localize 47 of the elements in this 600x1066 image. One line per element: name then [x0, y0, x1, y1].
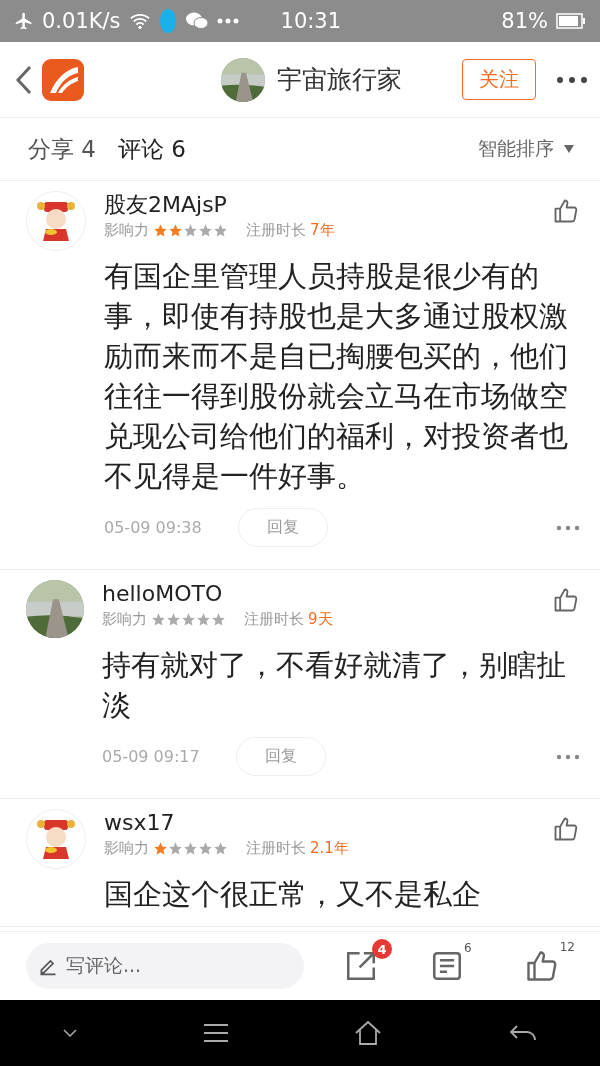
tab[interactable]: 评论 6	[117, 133, 186, 165]
share-icon[interactable]	[344, 949, 378, 983]
back-arrow-icon[interactable]	[508, 1024, 537, 1042]
comments-icon[interactable]	[430, 949, 464, 983]
registration-label: 注册时长	[244, 610, 304, 629]
comment-text: 有国企里管理人员持股是很少有的事，即使有持股也是大多通过股权激励而来而不是自已掏腰包买的，他们往往一得到股份就会立马在市场做空兑现公司给他们的福利，对投资者也不见得是一件好事。	[104, 258, 568, 495]
comment-time: 05-09 09:17	[102, 747, 200, 766]
wifi-icon	[128, 12, 151, 30]
thumbs-up-icon[interactable]	[552, 586, 580, 614]
comment-text: 国企这个很正常，又不是私企	[104, 876, 482, 913]
menu-icon[interactable]	[203, 1024, 228, 1042]
caret-down-icon	[564, 145, 574, 153]
user-name[interactable]: 股友2MAjsP	[104, 191, 552, 219]
comment-text: 持有就对了，不看好就清了，别瞎扯淡	[102, 647, 566, 724]
registration-label: 注册时长	[246, 221, 306, 240]
user-name[interactable]: helloMOTO	[102, 580, 552, 608]
influence-label: 影响力	[104, 839, 149, 858]
thumbs-up-icon[interactable]	[552, 815, 580, 843]
influence-label: 影响力	[102, 610, 147, 629]
comment-input-field[interactable]: 写评论...	[26, 943, 304, 989]
thumbs-up-icon[interactable]	[552, 197, 580, 225]
user-name[interactable]: wsx17	[104, 809, 552, 837]
tab[interactable]: 分享 4	[28, 133, 96, 165]
app-logo-icon	[42, 58, 84, 101]
more-notifications-icon	[216, 18, 239, 24]
sort-dropdown[interactable]: 智能排序	[478, 136, 574, 162]
network-speed: 0.01K/s	[42, 9, 121, 33]
comment-count: 6	[464, 941, 472, 955]
registration-label: 注册时长	[246, 839, 306, 858]
back-icon[interactable]	[14, 64, 34, 95]
battery-icon	[556, 13, 586, 29]
like-count: 12	[559, 940, 575, 954]
registration-duration: 7年	[310, 221, 335, 240]
page-title: 宇宙旅行家	[277, 64, 402, 96]
home-icon[interactable]	[354, 1020, 383, 1046]
chevron-down-icon[interactable]	[63, 1029, 78, 1037]
registration-duration: 9天	[308, 610, 333, 629]
comment-time: 05-09 09:38	[104, 518, 202, 537]
notification-badge: 4	[372, 939, 392, 959]
influence-label: 影响力	[104, 221, 149, 240]
clock-time: 10:31	[280, 9, 342, 33]
airplane-icon	[14, 11, 34, 31]
more-icon[interactable]	[556, 75, 588, 84]
penguin-icon	[158, 8, 177, 34]
battery-percent: 81%	[501, 9, 548, 33]
registration-duration: 2.1年	[310, 839, 349, 858]
chat-bubbles-icon	[184, 11, 209, 31]
